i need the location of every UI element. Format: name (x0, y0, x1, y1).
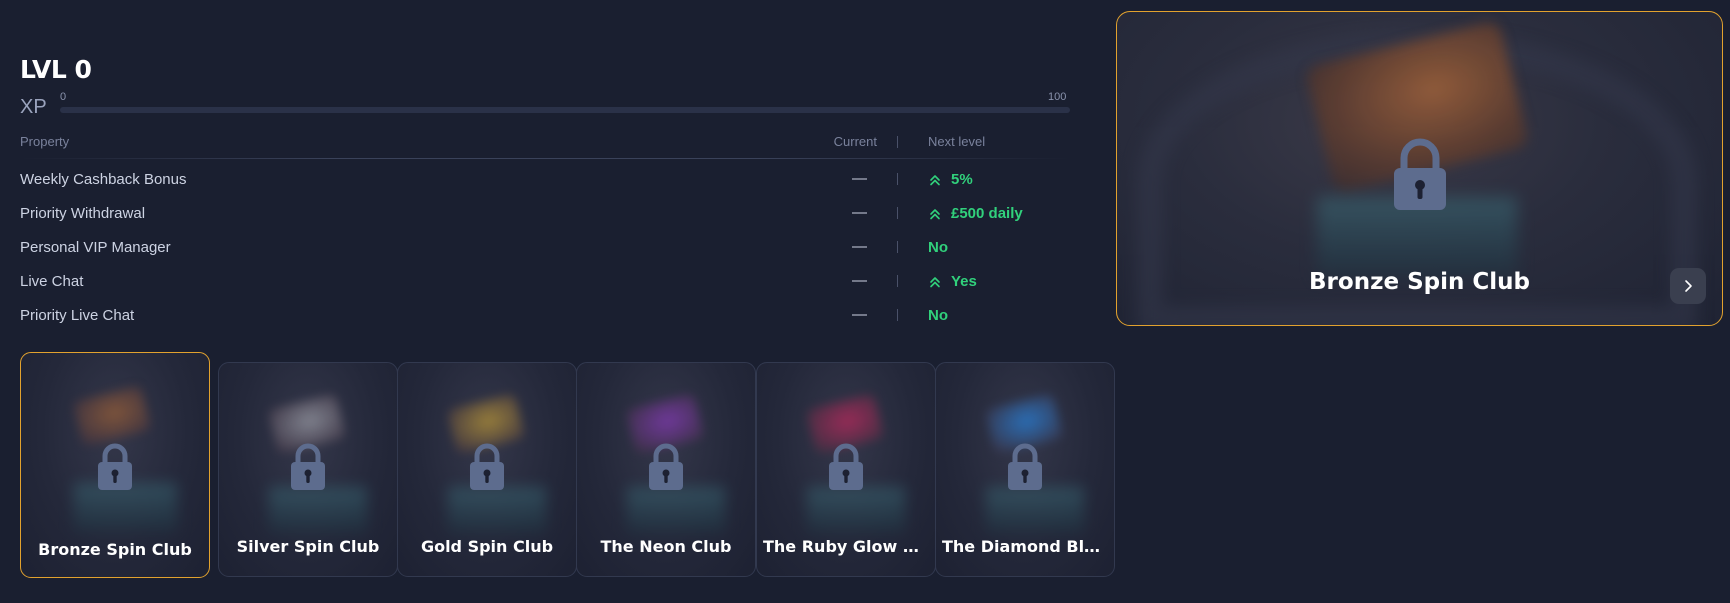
column-divider (897, 136, 898, 148)
next-level-value: Yes (928, 273, 977, 290)
column-divider (897, 241, 898, 253)
tier-card[interactable]: Gold Spin Club (397, 362, 577, 577)
xp-label: XP (20, 96, 47, 118)
tier-name: The Ruby Glow Cl... (763, 537, 929, 556)
current-value: — (852, 204, 867, 221)
table-row: Priority Live Chat — No (20, 299, 1070, 333)
current-value: — (852, 170, 867, 187)
properties-table: Property Current Next level Weekly Cashb… (20, 132, 1070, 333)
card-pedestal (268, 486, 367, 534)
chevron-right-icon (1685, 280, 1692, 292)
next-level-value: £500 daily (928, 205, 1023, 222)
featured-tier-card[interactable]: Bronze Spin Club (1116, 11, 1723, 326)
tier-card[interactable]: The Diamond Bla... (935, 362, 1115, 577)
table-row: Priority Withdrawal — £500 daily (20, 197, 1070, 231)
card-pedestal (447, 486, 546, 534)
table-body: Weekly Cashback Bonus — 5% Priority Withdra… (20, 163, 1070, 333)
column-divider (897, 173, 898, 185)
card-pedestal (985, 486, 1084, 534)
xp-max-label: 100 (1048, 91, 1067, 103)
tier-card-image (72, 385, 152, 448)
xp-progress-bar (60, 107, 1070, 113)
level-up-icon (930, 276, 940, 287)
header-divider (20, 158, 1070, 159)
level-title: LVL 0 (20, 55, 92, 84)
tier-name: The Diamond Bla... (942, 537, 1108, 556)
property-name: Priority Withdrawal (20, 205, 146, 222)
tier-name: Bronze Spin Club (38, 540, 192, 559)
table-row: Live Chat — Yes (20, 265, 1070, 299)
column-divider (897, 207, 898, 219)
lock-icon (1008, 443, 1042, 490)
card-pedestal (806, 486, 905, 534)
tier-name: Gold Spin Club (420, 537, 554, 556)
tier-card[interactable]: Silver Spin Club (218, 362, 398, 577)
featured-tier-title: Bronze Spin Club (1309, 269, 1530, 295)
header-current: Current (833, 134, 877, 149)
table-row: Personal VIP Manager — No (20, 231, 1070, 265)
level-up-icon (930, 174, 940, 185)
next-level-text: Yes (951, 273, 977, 290)
table-row: Weekly Cashback Bonus — 5% (20, 163, 1070, 197)
current-value: — (852, 306, 867, 323)
property-name: Priority Live Chat (20, 307, 135, 324)
next-level-value: No (928, 307, 948, 324)
column-divider (897, 309, 898, 321)
header-next-level: Next level (928, 134, 986, 149)
lock-icon (1394, 138, 1446, 210)
lock-icon (98, 443, 132, 490)
level-up-icon (930, 208, 940, 219)
next-tier-button[interactable] (1670, 268, 1706, 304)
tier-card[interactable]: Bronze Spin Club (20, 352, 210, 578)
tier-name: The Neon Club (600, 537, 732, 556)
property-name: Weekly Cashback Bonus (20, 171, 187, 188)
next-level-text: No (928, 239, 948, 256)
lock-icon (829, 443, 863, 490)
tier-card[interactable]: The Ruby Glow Cl... (756, 362, 936, 577)
table-header: Property Current Next level (20, 132, 1070, 158)
header-property: Property (20, 134, 70, 149)
next-level-text: 5% (951, 171, 973, 188)
tier-card[interactable]: The Neon Club (576, 362, 756, 577)
xp-min-label: 0 (60, 91, 67, 103)
current-value: — (852, 238, 867, 255)
column-divider (897, 275, 898, 287)
next-level-value: No (928, 239, 948, 256)
property-name: Live Chat (20, 273, 84, 290)
next-level-text: £500 daily (951, 205, 1023, 222)
lock-icon (470, 443, 504, 490)
property-name: Personal VIP Manager (20, 239, 171, 256)
next-level-value: 5% (928, 171, 973, 188)
tier-name: Silver Spin Club (236, 537, 380, 556)
current-value: — (852, 272, 867, 289)
card-pedestal (626, 486, 725, 534)
lock-icon (291, 443, 325, 490)
lock-icon (649, 443, 683, 490)
vip-levels-page: LVL 0 XP 0 100 Property Current Next lev… (0, 0, 1730, 603)
next-level-text: No (928, 307, 948, 324)
